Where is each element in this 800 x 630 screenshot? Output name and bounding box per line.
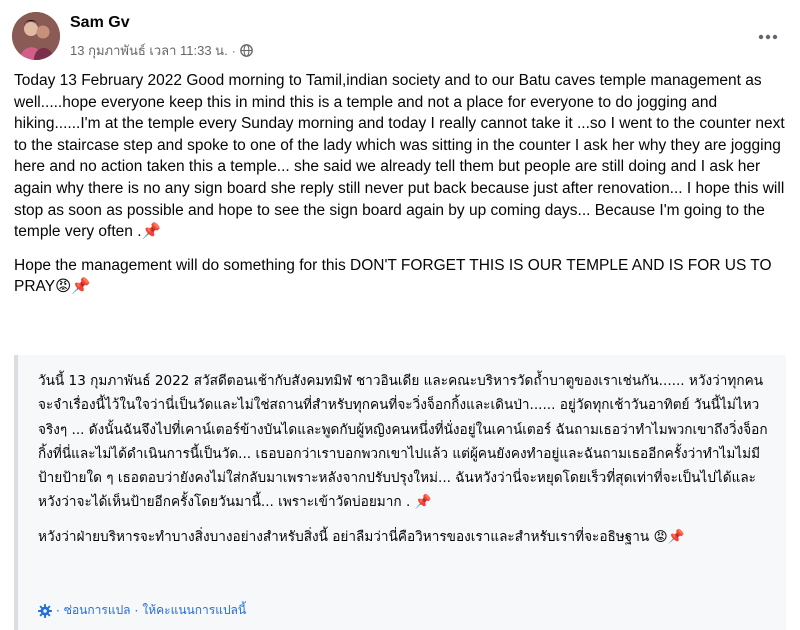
avatar-photo: [12, 12, 60, 60]
translated-paragraph: วันนี้ 13 กุมภาพันธ์ 2022 สวัสดีตอนเช้าก…: [38, 373, 768, 511]
translation-block: วันนี้ 13 กุมภาพันธ์ 2022 สวัสดีตอนเช้าก…: [14, 355, 786, 630]
post-timestamp[interactable]: 13 กุมภาพันธ์ เวลา 11:33 น.: [70, 40, 228, 61]
avatar[interactable]: [12, 12, 60, 60]
globe-icon[interactable]: [239, 44, 253, 57]
link-separator: ·: [134, 603, 139, 618]
post-paragraph: Today 13 February 2022 Good morning to T…: [14, 72, 789, 241]
post-paragraph: Hope the management will do something fo…: [14, 256, 776, 296]
author-name[interactable]: Sam Gv: [70, 14, 130, 32]
translation-links: · ซ่อนการแปล · ให้คะแนนการแปลนี้: [37, 601, 246, 620]
post-meta: 13 กุมภาพันธ์ เวลา 11:33 น. ·: [70, 40, 253, 61]
gear-icon: [37, 603, 53, 618]
rate-translation-link[interactable]: ให้คะแนนการแปลนี้: [142, 601, 246, 620]
link-separator: ·: [56, 603, 60, 618]
facebook-post: Sam Gv 13 กุมภาพันธ์ เวลา 11:33 น. · Tod…: [0, 0, 800, 630]
translated-paragraph: หวังว่าฝ่ายบริหารจะทำบางสิ่งบางอย่างสำหร…: [38, 528, 685, 545]
meta-separator: ·: [231, 43, 236, 58]
hide-translation-link[interactable]: ซ่อนการแปล: [64, 601, 131, 620]
more-options-button[interactable]: [754, 22, 782, 50]
more-horizontal-icon: [758, 27, 778, 45]
post-body: Today 13 February 2022 Good morning to T…: [14, 70, 786, 310]
